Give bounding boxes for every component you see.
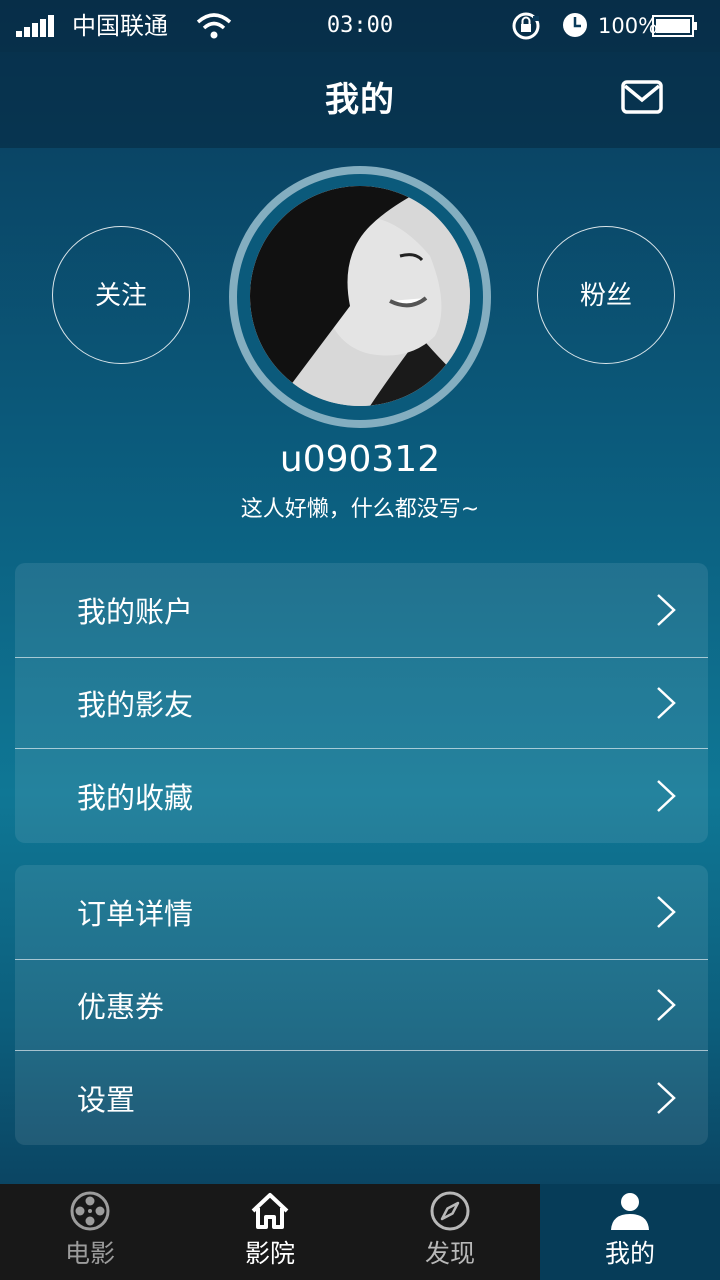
menu-item-label: 我的收藏 (77, 781, 194, 815)
tab-cinema[interactable]: 影院 (180, 1184, 360, 1280)
menu-item-movie-friends[interactable]: 我的影友 (15, 658, 708, 748)
chevron-right-icon (657, 687, 676, 719)
user-signature: 这人好懒，什么都没写~ (240, 497, 480, 522)
chevron-right-icon (657, 780, 676, 812)
menu-item-label: 我的影友 (77, 688, 194, 722)
tab-label: 我的 (604, 1239, 655, 1268)
tab-label: 发现 (424, 1239, 475, 1268)
menu-item-label: 订单详情 (77, 897, 194, 931)
tab-discover[interactable]: 发现 (360, 1184, 540, 1280)
avatar-photo (250, 186, 470, 406)
menu-item-favorites[interactable]: 我的收藏 (15, 749, 708, 843)
fans-button[interactable]: 粉丝 (537, 226, 675, 364)
menu-group-orders: 订单详情 优惠券 设置 (15, 865, 708, 1145)
tab-label: 电影 (64, 1239, 115, 1268)
mail-icon[interactable] (620, 78, 666, 118)
status-bar: 中国联通 03:00 100% (0, 0, 720, 52)
chevron-right-icon (657, 1082, 676, 1114)
film-reel-icon (70, 1191, 110, 1231)
alarm-clock-icon (563, 13, 587, 37)
battery-percent: 100% (598, 14, 659, 38)
follow-button[interactable]: 关注 (52, 226, 190, 364)
home-icon (251, 1193, 289, 1229)
page-title: 我的 (325, 80, 395, 120)
chevron-right-icon (657, 896, 676, 928)
chevron-right-icon (657, 989, 676, 1021)
title-bar: 我的 (0, 52, 720, 148)
rotation-lock-icon (512, 12, 540, 40)
username: u090312 (279, 439, 441, 480)
battery-icon (652, 15, 697, 37)
menu-group-account: 我的账户 我的影友 我的收藏 (15, 563, 708, 843)
user-icon (611, 1193, 649, 1230)
menu-item-label: 设置 (77, 1083, 136, 1117)
chevron-right-icon (657, 594, 676, 626)
bottom-tab-bar: 电影 影院 发现 我的 (0, 1184, 720, 1280)
tab-label: 影院 (244, 1239, 295, 1268)
avatar[interactable] (250, 186, 470, 406)
compass-icon (430, 1191, 470, 1231)
menu-item-label: 我的账户 (77, 595, 194, 629)
tab-mine[interactable]: 我的 (540, 1184, 720, 1280)
menu-item-settings[interactable]: 设置 (15, 1051, 708, 1145)
menu-item-account[interactable]: 我的账户 (15, 563, 708, 657)
menu-item-order-details[interactable]: 订单详情 (15, 865, 708, 959)
tab-movies[interactable]: 电影 (0, 1184, 180, 1280)
menu-item-label: 优惠券 (77, 990, 165, 1024)
menu-item-coupons[interactable]: 优惠券 (15, 960, 708, 1050)
